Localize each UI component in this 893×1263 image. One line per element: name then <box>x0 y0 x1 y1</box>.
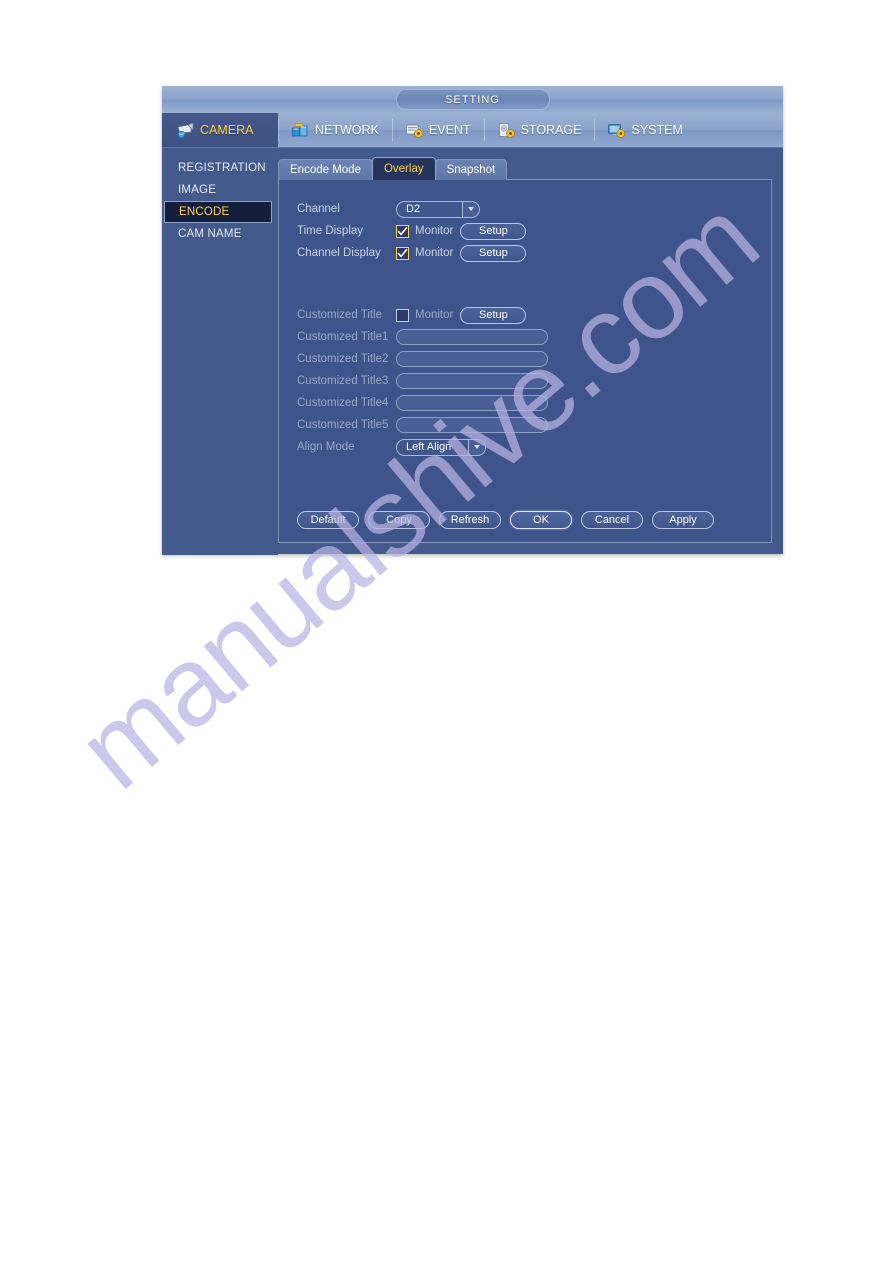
overlay-tab-panel: Channel D2 Time Display Monitor Setup Ch… <box>278 179 772 543</box>
copy-button[interactable]: Copy <box>368 511 430 529</box>
customized-title-4-input[interactable] <box>396 395 548 411</box>
setting-dialog: SETTING CAMERA NETWORK EVENT STORAGE SYS… <box>162 86 783 555</box>
menu-item-label: SYSTEM <box>631 123 683 137</box>
customized-title-monitor-checkbox[interactable] <box>396 308 409 322</box>
row-customized-title-4: Customized Title4 <box>279 392 771 414</box>
tab-label: Snapshot <box>446 164 496 176</box>
menu-item-event[interactable]: EVENT <box>391 113 484 147</box>
customized-title-5-input[interactable] <box>396 417 548 433</box>
customized-title-monitor-label: Monitor <box>415 309 454 321</box>
camera-icon <box>176 121 195 139</box>
sidebar-item-label: REGISTRATION <box>178 162 266 174</box>
channel-display-label: Channel Display <box>297 247 381 259</box>
sidebar-item-image[interactable]: IMAGE <box>162 179 278 201</box>
event-icon <box>405 122 424 139</box>
menu-item-system[interactable]: SYSTEM <box>594 113 695 147</box>
customized-title-5-label: Customized Title5 <box>297 419 389 431</box>
row-customized-title: Customized Title Monitor Setup <box>279 304 771 326</box>
cancel-button[interactable]: Cancel <box>581 511 643 529</box>
default-button[interactable]: Default <box>297 511 359 529</box>
menu-item-label: CAMERA <box>200 123 254 137</box>
customized-title-2-label: Customized Title2 <box>297 353 389 365</box>
channel-display-monitor-checkbox[interactable] <box>396 246 409 260</box>
sidebar-item-label: ENCODE <box>179 206 230 218</box>
menu-item-label: NETWORK <box>315 123 379 137</box>
channel-select-value: D2 <box>406 202 421 215</box>
form-spacer <box>279 264 771 304</box>
row-time-display: Time Display Monitor Setup <box>279 220 771 242</box>
customized-title-3-input[interactable] <box>396 373 548 389</box>
main-menubar: CAMERA NETWORK EVENT STORAGE SYSTEM <box>162 113 783 148</box>
row-channel-display: Channel Display Monitor Setup <box>279 242 771 264</box>
tab-encode-mode[interactable]: Encode Mode <box>278 159 373 180</box>
align-mode-select[interactable]: Left Align <box>396 438 486 456</box>
window-body: REGISTRATION IMAGE ENCODE CAM NAME Encod… <box>162 148 783 555</box>
menu-item-storage[interactable]: STORAGE <box>483 113 595 147</box>
window-titlebar: SETTING <box>162 86 783 113</box>
row-align-mode: Align Mode Left Align <box>279 436 771 458</box>
ok-button[interactable]: OK <box>510 511 572 529</box>
sidebar-item-label: IMAGE <box>178 184 217 196</box>
channel-select[interactable]: D2 <box>396 200 480 218</box>
footer-button-bar: Default Copy Refresh OK Cancel Apply <box>279 511 771 529</box>
customized-title-2-input[interactable] <box>396 351 548 367</box>
content-pane: Encode Mode Overlay Snapshot Channel D2 … <box>278 148 783 555</box>
storage-icon <box>497 122 516 139</box>
menu-item-camera[interactable]: CAMERA <box>162 113 278 147</box>
sidebar-item-cam-name[interactable]: CAM NAME <box>162 223 278 245</box>
button-label: Cancel <box>594 514 630 526</box>
customized-title-3-label: Customized Title3 <box>297 375 389 387</box>
row-customized-title-5: Customized Title5 <box>279 414 771 436</box>
sidebar-item-registration[interactable]: REGISTRATION <box>162 157 278 179</box>
menu-item-label: STORAGE <box>520 123 582 137</box>
button-label: Apply <box>669 514 697 526</box>
time-display-monitor-checkbox[interactable] <box>396 224 409 238</box>
button-label: OK <box>533 514 549 526</box>
button-label: Setup <box>478 247 508 259</box>
customized-title-label: Customized Title <box>297 309 383 321</box>
button-label: Refresh <box>450 514 490 526</box>
channel-display-setup-button[interactable]: Setup <box>460 244 527 262</box>
window-title: SETTING <box>395 89 550 110</box>
tab-snapshot[interactable]: Snapshot <box>434 159 508 180</box>
time-display-label: Time Display <box>297 225 364 237</box>
menu-item-label: EVENT <box>428 123 471 137</box>
refresh-button[interactable]: Refresh <box>439 511 501 529</box>
apply-button[interactable]: Apply <box>652 511 714 529</box>
row-customized-title-1: Customized Title1 <box>279 326 771 348</box>
menu-item-network[interactable]: NETWORK <box>278 113 392 147</box>
row-customized-title-2: Customized Title2 <box>279 348 771 370</box>
button-label: Default <box>310 514 346 526</box>
button-label: Setup <box>478 225 508 237</box>
tabstrip: Encode Mode Overlay Snapshot <box>278 157 772 180</box>
encode-panel: Encode Mode Overlay Snapshot Channel D2 … <box>278 157 772 544</box>
button-label: Copy <box>386 514 412 526</box>
customized-title-4-label: Customized Title4 <box>297 397 389 409</box>
align-mode-select-value: Left Align <box>406 440 452 453</box>
button-label: Setup <box>478 309 508 321</box>
customized-title-setup-button[interactable]: Setup <box>460 306 527 324</box>
tab-overlay[interactable]: Overlay <box>371 157 436 180</box>
row-channel: Channel D2 <box>279 198 771 220</box>
sidebar-item-encode[interactable]: ENCODE <box>164 201 272 223</box>
time-display-setup-button[interactable]: Setup <box>460 222 527 240</box>
channel-label: Channel <box>297 203 340 215</box>
channel-display-monitor-label: Monitor <box>415 247 454 259</box>
sidebar-item-label: CAM NAME <box>178 228 242 240</box>
system-icon <box>607 122 626 139</box>
chevron-down-icon[interactable] <box>462 201 479 217</box>
customized-title-1-input[interactable] <box>396 329 548 345</box>
chevron-down-icon[interactable] <box>468 439 485 455</box>
customized-title-1-label: Customized Title1 <box>297 331 389 343</box>
time-display-monitor-label: Monitor <box>415 225 454 237</box>
tab-label: Overlay <box>383 163 424 175</box>
row-customized-title-3: Customized Title3 <box>279 370 771 392</box>
tab-label: Encode Mode <box>290 164 361 176</box>
network-icon <box>291 122 310 139</box>
sidebar: REGISTRATION IMAGE ENCODE CAM NAME <box>162 148 278 555</box>
align-mode-label: Align Mode <box>297 441 355 453</box>
